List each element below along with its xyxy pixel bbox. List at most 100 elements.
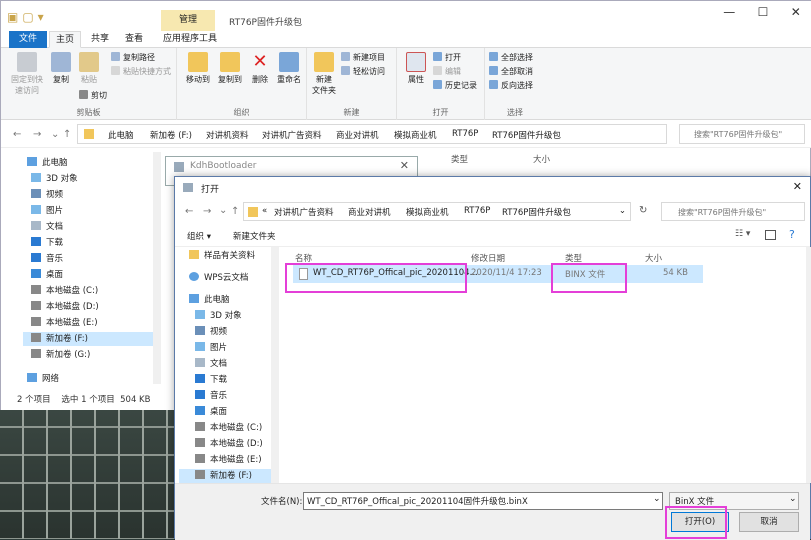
- crumb-folder-4[interactable]: RT76P: [464, 206, 490, 216]
- new-folder-button[interactable]: 新建 文件夹: [311, 52, 337, 96]
- easy-access-button[interactable]: 轻松访问: [341, 66, 385, 78]
- paste-shortcut-button[interactable]: 粘贴快捷方式: [111, 66, 171, 78]
- nav-item-this-pc[interactable]: 此电脑: [189, 293, 230, 307]
- column-type-header[interactable]: 类型: [451, 153, 468, 165]
- crumb-folder-1[interactable]: 对讲机广告资料: [274, 206, 334, 218]
- tab-share[interactable]: 共享: [85, 31, 115, 48]
- rename-button[interactable]: 重命名: [275, 52, 303, 85]
- nav-item-documents[interactable]: 文档: [195, 357, 227, 371]
- nav-item-downloads[interactable]: 下载: [195, 373, 227, 387]
- nav-item-drive-f[interactable]: 新加卷 (F:): [179, 469, 271, 483]
- crumb-drive-f[interactable]: 新加卷 (F:): [150, 129, 192, 141]
- move-to-button[interactable]: 移动到: [183, 52, 213, 85]
- nav-item-drive-d[interactable]: 本地磁盘 (D:): [31, 300, 99, 314]
- dialog-search-input[interactable]: 搜索"RT76P固件升级包": [661, 202, 805, 221]
- nav-scrollbar[interactable]: [153, 152, 161, 384]
- crumb-folder-3[interactable]: 商业对讲机: [336, 129, 379, 141]
- nav-item-music[interactable]: 音乐: [31, 252, 63, 266]
- tab-app-tools[interactable]: 应用程序工具: [157, 31, 223, 48]
- context-tab-manage[interactable]: 管理: [161, 10, 215, 31]
- refresh-icon[interactable]: ↻: [639, 205, 647, 216]
- help-icon[interactable]: ?: [789, 228, 795, 241]
- column-size-header[interactable]: 大小: [645, 252, 662, 264]
- nav-item-pictures[interactable]: 图片: [31, 204, 63, 218]
- up-icon[interactable]: ↑: [231, 206, 239, 217]
- forward-icon[interactable]: →: [33, 129, 41, 140]
- crumb-folder-4[interactable]: 模拟商业机: [394, 129, 437, 141]
- recent-dropdown-icon[interactable]: ⌄: [219, 205, 227, 216]
- select-all-button[interactable]: 全部选择: [489, 52, 533, 64]
- nav-item-drive-e[interactable]: 本地磁盘 (E:): [195, 453, 262, 467]
- select-none-button[interactable]: 全部取消: [489, 66, 533, 78]
- properties-button[interactable]: 属性: [403, 52, 429, 85]
- nav-item-desktop[interactable]: 桌面: [195, 405, 227, 419]
- maximize-icon[interactable]: ☐: [758, 5, 769, 29]
- tab-file[interactable]: 文件: [9, 31, 47, 48]
- column-date-header[interactable]: 修改日期: [471, 252, 505, 264]
- nav-item-drive-d[interactable]: 本地磁盘 (D:): [195, 437, 263, 451]
- new-item-button[interactable]: 新建项目: [341, 52, 385, 64]
- copy-path-button[interactable]: 复制路径: [111, 52, 155, 64]
- nav-item-drive-c[interactable]: 本地磁盘 (C:): [195, 421, 262, 435]
- copy-button[interactable]: 复制: [49, 52, 73, 85]
- history-button[interactable]: 历史记录: [433, 80, 477, 92]
- copy-to-button[interactable]: 复制到: [215, 52, 245, 85]
- cancel-button[interactable]: 取消: [739, 512, 799, 532]
- new-folder-button[interactable]: 新建文件夹: [233, 230, 276, 242]
- nav-item-music[interactable]: 音乐: [195, 389, 227, 403]
- crumb-folder-2[interactable]: 对讲机广告资料: [262, 129, 322, 141]
- open-button-ribbon[interactable]: 打开: [433, 52, 461, 64]
- crumb-folder-3[interactable]: 模拟商业机: [406, 206, 449, 218]
- nav-item-documents[interactable]: 文档: [31, 220, 63, 234]
- crumb-this-pc[interactable]: 此电脑: [108, 129, 134, 141]
- nav-item-this-pc[interactable]: 此电脑: [27, 156, 68, 170]
- crumb-overflow[interactable]: «: [262, 206, 267, 216]
- column-size-header[interactable]: 大小: [533, 153, 550, 165]
- preview-pane-icon[interactable]: [765, 230, 776, 240]
- paste-button[interactable]: 粘贴: [77, 52, 101, 85]
- chevron-down-icon[interactable]: ⌄: [653, 494, 661, 504]
- back-icon[interactable]: ←: [13, 129, 21, 140]
- file-list-scrollbar[interactable]: [806, 247, 811, 483]
- nav-item-samples[interactable]: 样品有关资料: [189, 249, 255, 263]
- nav-item-drive-c[interactable]: 本地磁盘 (C:): [31, 284, 98, 298]
- recent-dropdown-icon[interactable]: ⌄: [51, 129, 59, 140]
- nav-item-3d[interactable]: 3D 对象: [195, 309, 242, 323]
- nav-item-network[interactable]: 网络: [27, 372, 59, 386]
- crumb-folder-1[interactable]: 对讲机资料: [206, 129, 249, 141]
- filename-input[interactable]: WT_CD_RT76P_Offical_pic_20201104固件升级包.bi…: [303, 492, 663, 510]
- back-icon[interactable]: ←: [185, 206, 193, 217]
- up-icon[interactable]: ↑: [63, 129, 71, 140]
- view-options-icon[interactable]: ☷ ▾: [735, 229, 750, 239]
- invert-selection-button[interactable]: 反向选择: [489, 80, 533, 92]
- tab-view[interactable]: 查看: [119, 31, 149, 48]
- delete-button[interactable]: ✕ 删除: [249, 52, 271, 85]
- nav-item-drive-f[interactable]: 新加卷 (F:): [23, 332, 153, 346]
- chevron-down-icon[interactable]: ⌄: [619, 206, 626, 216]
- crumb-folder-5[interactable]: RT76P: [452, 129, 478, 139]
- breadcrumb[interactable]: 此电脑 新加卷 (F:) 对讲机资料 对讲机广告资料 商业对讲机 模拟商业机 R…: [77, 124, 667, 144]
- nav-item-drive-g[interactable]: 新加卷 (G:): [31, 348, 90, 362]
- close-icon[interactable]: ✕: [400, 159, 409, 172]
- cut-button[interactable]: 剪切: [79, 90, 107, 102]
- quick-access-toolbar[interactable]: ▣▢▾: [7, 10, 48, 24]
- organize-button[interactable]: 组织 ▾: [187, 230, 211, 242]
- nav-item-wps[interactable]: WPS云文档: [189, 271, 248, 285]
- pin-button[interactable]: 固定到快 速访问: [9, 52, 45, 96]
- minimize-icon[interactable]: —: [723, 5, 735, 29]
- crumb-folder-2[interactable]: 商业对讲机: [348, 206, 391, 218]
- explorer-search-input[interactable]: 搜索"RT76P固件升级包": [679, 124, 805, 144]
- nav-item-3d[interactable]: 3D 对象: [31, 172, 78, 186]
- close-icon[interactable]: ✕: [791, 5, 801, 29]
- dialog-nav-scrollbar[interactable]: [271, 247, 279, 483]
- crumb-current[interactable]: RT76P固件升级包: [502, 206, 571, 218]
- nav-item-pictures[interactable]: 图片: [195, 341, 227, 355]
- nav-item-drive-e[interactable]: 本地磁盘 (E:): [31, 316, 98, 330]
- crumb-current[interactable]: RT76P固件升级包: [492, 129, 561, 141]
- tab-home[interactable]: 主页: [49, 31, 82, 48]
- dialog-breadcrumb[interactable]: « 对讲机广告资料 商业对讲机 模拟商业机 RT76P RT76P固件升级包 ⌄: [243, 202, 631, 221]
- nav-item-videos[interactable]: 视频: [31, 188, 63, 202]
- close-icon[interactable]: ✕: [793, 180, 802, 193]
- nav-item-videos[interactable]: 视频: [195, 325, 227, 339]
- chevron-down-icon[interactable]: ⌄: [789, 494, 797, 504]
